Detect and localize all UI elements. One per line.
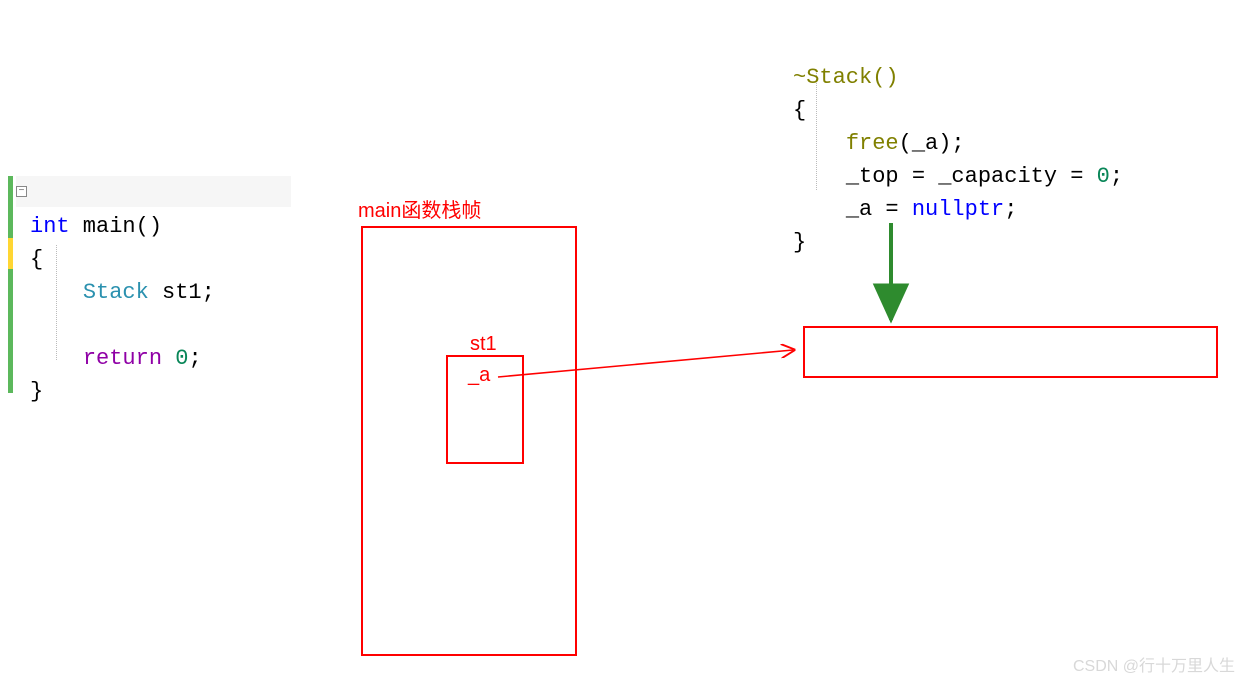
destructor-name: ~Stack() (793, 65, 899, 90)
brace-close-left: } (30, 379, 43, 404)
fn-main: main() (70, 214, 162, 239)
brace-open-right: { (793, 98, 806, 123)
kw-return: return (83, 346, 162, 371)
gutter-mark-green-2 (8, 269, 13, 393)
num-zero-right: 0 (1097, 164, 1110, 189)
brace-close-right: } (793, 230, 806, 255)
heap-memory-box (803, 326, 1218, 378)
watermark: CSDN @行十万里人生 (1073, 652, 1235, 676)
destructor-code: ~Stack() { free(_a); _top = _capacity = … (793, 28, 1123, 259)
num-zero-left: 0 (162, 346, 188, 371)
fold-toggle[interactable]: − (16, 186, 27, 197)
var-st1: st1; (149, 280, 215, 305)
assign-a: _a = (846, 197, 912, 222)
kw-nullptr: nullptr (912, 197, 1004, 222)
fn-free: free (846, 131, 899, 156)
type-stack: Stack (83, 280, 149, 305)
assign-top-cap: _top = _capacity = (846, 164, 1097, 189)
brace-open-left: { (30, 247, 43, 272)
free-arg: (_a); (899, 131, 965, 156)
main-frame-label: main函数栈帧 (358, 194, 481, 223)
gutter-mark-green-1 (8, 176, 13, 238)
st1-label: st1 (470, 333, 497, 356)
main-code: int main() { Stack st1; return 0; } (30, 177, 215, 408)
heap-var-label: _a (468, 364, 490, 387)
gutter-mark-yellow (8, 238, 13, 269)
kw-int: int (30, 214, 70, 239)
